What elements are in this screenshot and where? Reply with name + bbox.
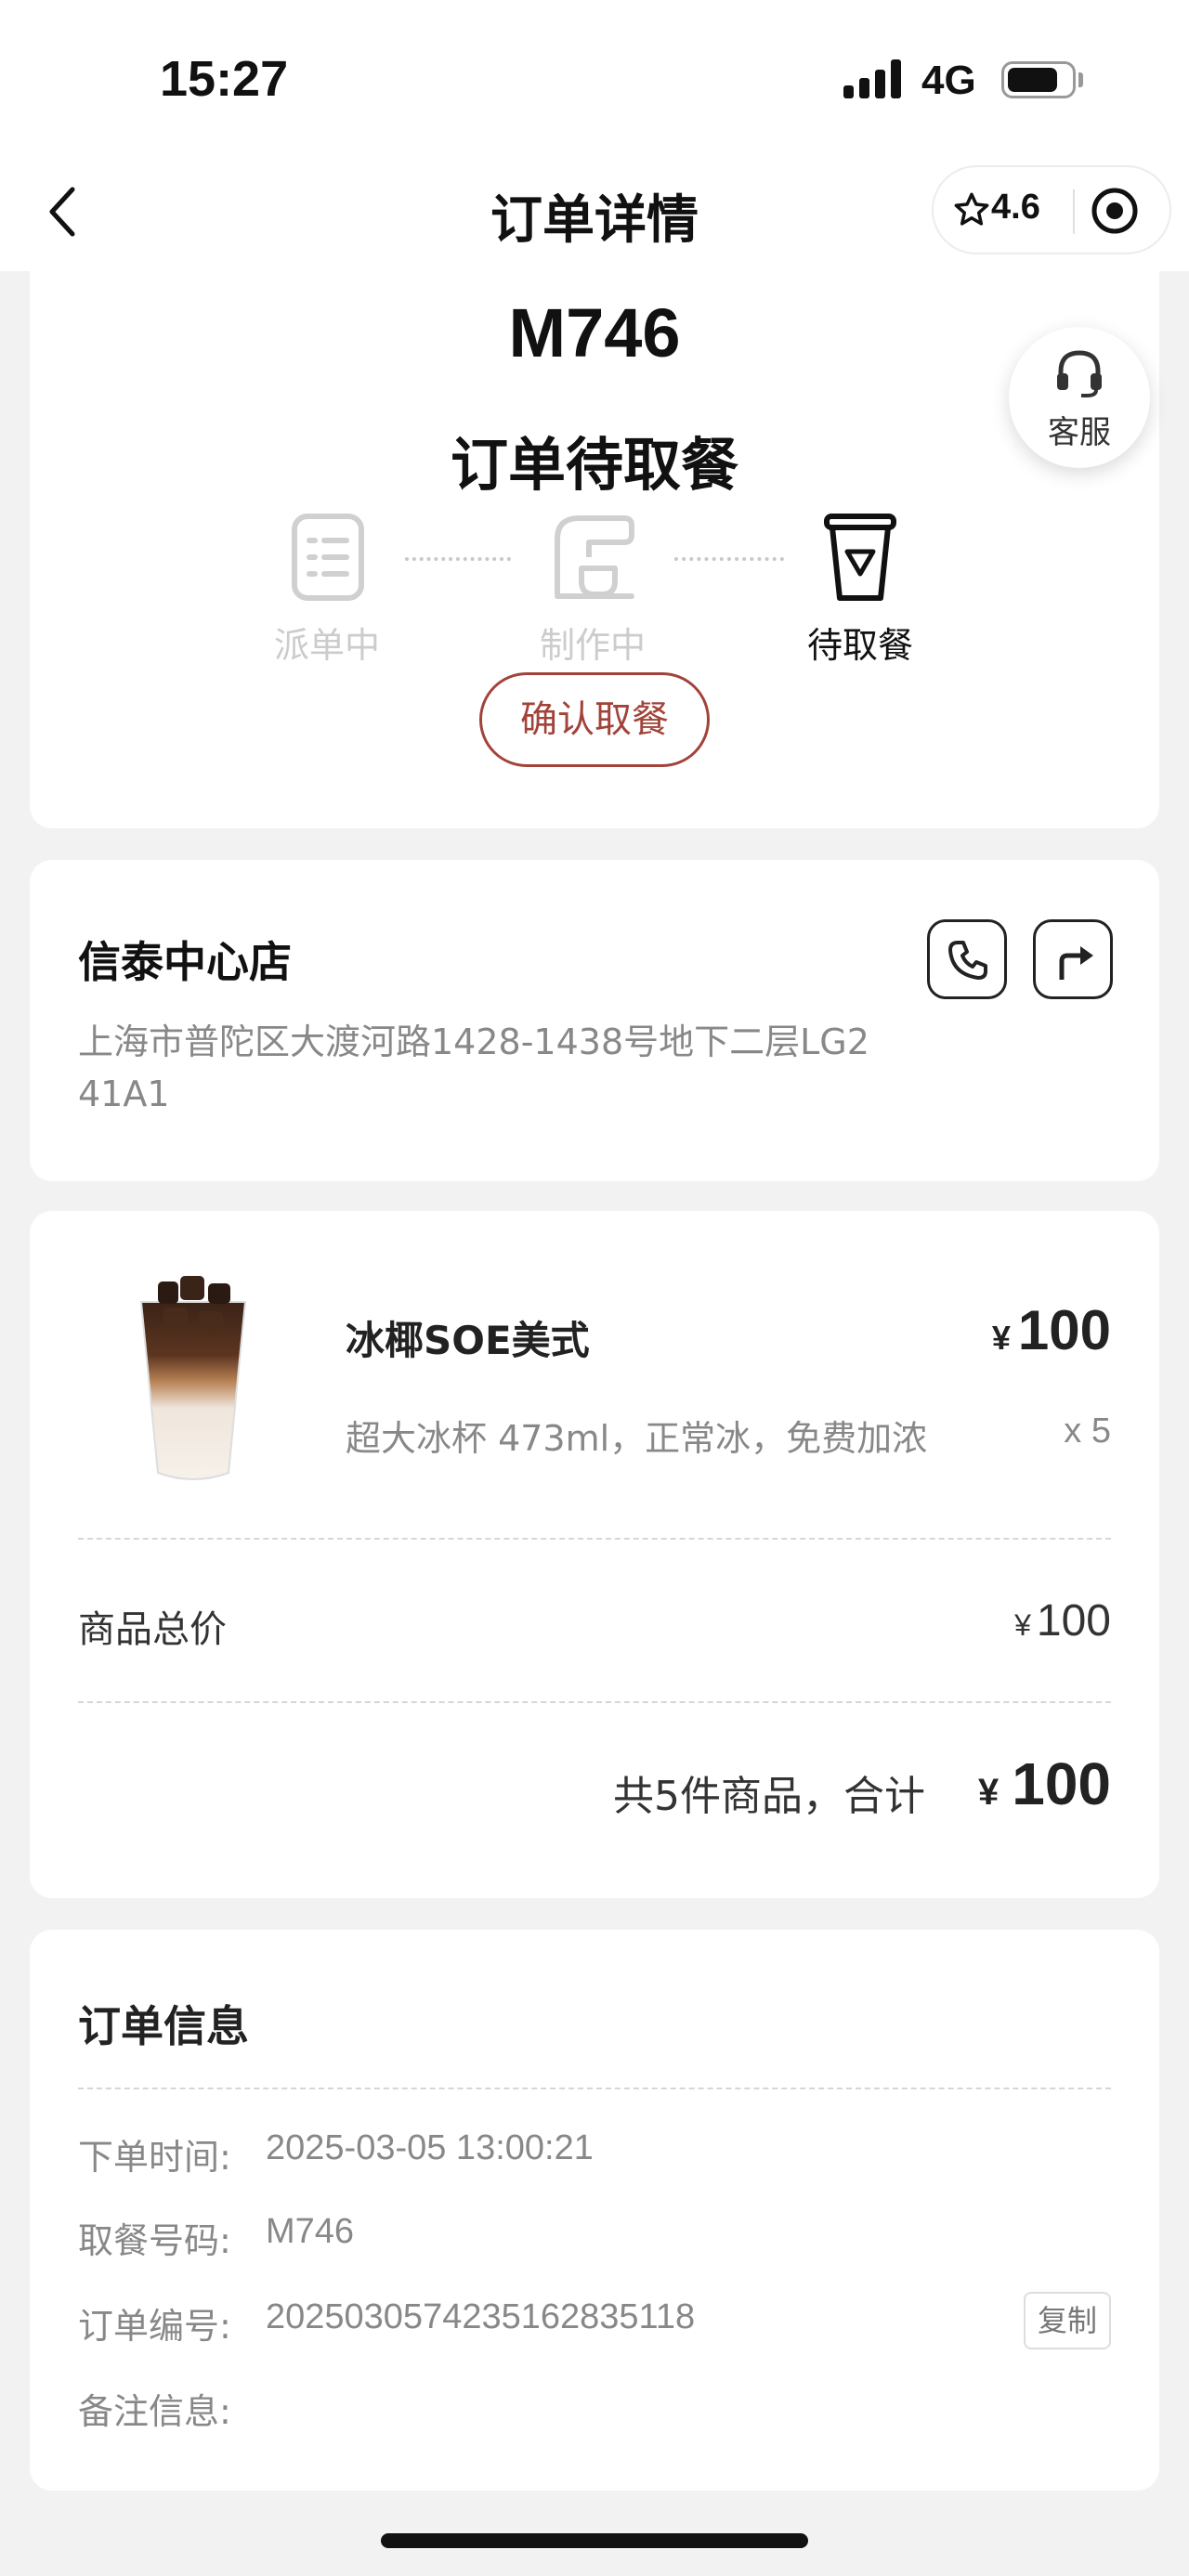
subtotal-label: 商品总价 [78,1608,227,1651]
pickup-cup-icon [824,514,896,601]
order-status-card: M746 订单待取餐 派单中 制作中 待取餐 确认取餐 [30,260,1159,828]
order-number-label: 订单编号: [78,2306,231,2347]
product-name: 冰椰SOE美式 [346,1318,590,1363]
pickup-code: M746 [508,294,681,371]
rating-value: 4.6 [991,188,1040,227]
subtotal-amount: 100 [1036,1596,1111,1646]
product-quantity: x 5 [1064,1412,1111,1451]
customer-service-button[interactable]: 客服 [1009,327,1150,468]
currency-symbol: ¥ [977,1772,1000,1813]
order-status-title: 订单待取餐 [450,431,738,499]
order-total: ¥100 [978,1750,1111,1818]
store-name: 信泰中心店 [78,937,292,987]
step-connector [674,557,784,561]
currency-symbol: ¥ [991,1319,1011,1357]
divider [78,1538,1111,1540]
divider [78,2088,1111,2089]
home-indicator[interactable] [381,2533,808,2548]
remarks-label: 备注信息: [78,2391,231,2432]
step-label-making: 制作中 [539,625,646,666]
call-store-button[interactable] [927,919,1007,999]
navigate-button[interactable] [1033,919,1113,999]
close-target-icon[interactable] [1088,184,1142,238]
step-connector [405,557,511,561]
nav-bar: 订单详情 4.6 [0,158,1189,271]
battery-icon [1001,61,1076,98]
product-price: ¥100 [992,1298,1111,1362]
product-price-value: 100 [1017,1299,1111,1361]
coffee-machine-icon [555,515,634,599]
mini-program-capsule[interactable]: 4.6 [932,165,1171,254]
star-icon[interactable] [952,190,991,229]
pickup-number-label: 取餐号码: [78,2220,231,2261]
phone-icon [948,941,987,980]
order-number-value: 20250305742351628351​18 [266,2297,696,2336]
order-info-title: 订单信息 [78,2001,249,2051]
order-list-icon [292,514,364,601]
product-spec: 超大冰杯 473ml，正常冰，免费加浓 [346,1418,928,1459]
order-items-card: 冰椰SOE美式 ¥100 超大冰杯 473ml，正常冰，免费加浓 x 5 商品总… [30,1211,1159,1898]
subtotal-value: ¥100 [1014,1595,1111,1646]
directions-icon [1059,946,1093,980]
store-address: 上海市普陀区大渡河路1428-1438号地下二层LG2 41A1 [78,1021,869,1114]
order-summary-text: 共5件商品，合计 [613,1773,925,1820]
order-info-card: 订单信息 下单时间: 2025-03-05 13:00:21 取餐号码: M74… [30,1930,1159,2491]
status-bar: 15:27 4G [0,0,1189,158]
headset-icon [1057,350,1102,397]
divider [78,1701,1111,1703]
order-time-value: 2025-03-05 13:00:21 [266,2128,594,2167]
battery-tip [1078,72,1083,87]
store-card: 信泰中心店 上海市普陀区大渡河路1428-1438号地下二层LG2 41A1 [30,860,1159,1181]
pickup-number-value: M746 [266,2212,355,2251]
product-image [139,1276,247,1480]
signal-icon [843,59,903,98]
status-time: 15:27 [160,51,289,107]
confirm-pickup-button[interactable]: 确认取餐 [479,672,710,767]
currency-symbol: ¥ [1014,1608,1031,1642]
step-label-ready: 待取餐 [806,625,913,666]
network-label: 4G [921,58,976,103]
step-label-dispatching: 派单中 [273,625,380,666]
copy-order-number-button[interactable]: 复制 [1024,2292,1111,2349]
capsule-divider [1073,189,1075,234]
order-total-amount: 100 [1012,1750,1111,1817]
customer-service-label: 客服 [1048,414,1111,451]
order-time-label: 下单时间: [78,2137,231,2178]
